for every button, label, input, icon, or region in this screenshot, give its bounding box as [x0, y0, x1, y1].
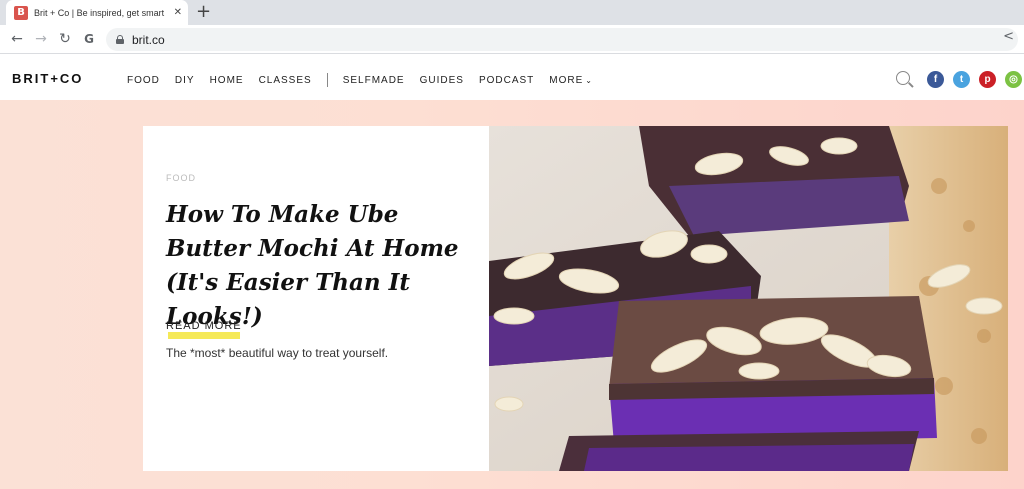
nav-item-food[interactable]: FOOD — [127, 75, 160, 86]
browser-tab-strip: B Brit + Co | Be inspired, get smart ✕ + — [0, 0, 1024, 25]
url-text: brit.co — [132, 32, 165, 47]
nav-item-guides[interactable]: GUIDES — [420, 75, 464, 86]
tab-title: Brit + Co | Be inspired, get smart — [34, 7, 165, 18]
share-icon[interactable]: < — [1003, 29, 1014, 44]
article-category[interactable]: FOOD — [166, 173, 196, 183]
article-hero-image[interactable] — [489, 126, 1008, 471]
nav-item-home[interactable]: HOME — [210, 75, 244, 86]
main-nav: FOOD DIY HOME CLASSES SELFMADE GUIDES PO… — [127, 73, 608, 87]
nav-divider — [326, 73, 328, 87]
chevron-down-icon: ⌄ — [585, 75, 593, 85]
facebook-icon[interactable]: f — [927, 71, 944, 88]
nav-item-classes[interactable]: CLASSES — [259, 75, 312, 86]
address-bar[interactable]: brit.co — [106, 28, 1018, 51]
ube-mochi-photo — [489, 126, 1008, 471]
nav-item-diy[interactable]: DIY — [175, 75, 195, 86]
read-more-highlight — [168, 332, 240, 339]
nav-item-podcast[interactable]: PODCAST — [479, 75, 534, 86]
article-dek: The *most* beautiful way to treat yourse… — [166, 346, 389, 360]
featured-article-card[interactable]: FOOD How To Make Ube Butter Mochi At Hom… — [143, 126, 489, 471]
browser-toolbar: ← → ↻ G brit.co < — [0, 25, 1024, 54]
site-logo[interactable]: BRIT+CO — [12, 71, 83, 86]
close-tab-icon[interactable]: ✕ — [174, 7, 182, 18]
article-headline[interactable]: How To Make Ube Butter Mochi At Home (It… — [166, 198, 476, 334]
favicon-icon: B — [14, 5, 28, 20]
reload-icon[interactable]: ↻ — [56, 30, 74, 48]
google-icon[interactable]: G — [80, 30, 98, 48]
search-icon[interactable] — [896, 71, 910, 85]
pinterest-icon[interactable]: p — [979, 71, 996, 88]
instagram-icon[interactable]: ◎ — [1005, 71, 1022, 88]
back-arrow-icon[interactable]: ← — [8, 30, 26, 48]
site-header: BRIT+CO FOOD DIY HOME CLASSES SELFMADE G… — [0, 55, 1024, 100]
nav-item-selfmade[interactable]: SELFMADE — [343, 75, 405, 86]
new-tab-button[interactable]: + — [196, 2, 211, 22]
lock-icon — [116, 35, 124, 44]
twitter-icon[interactable]: t — [953, 71, 970, 88]
read-more-link[interactable]: READ MORE — [166, 320, 242, 332]
browser-tab[interactable]: B Brit + Co | Be inspired, get smart ✕ — [6, 0, 188, 25]
nav-more-label: MORE — [549, 74, 584, 86]
forward-arrow-icon[interactable]: → — [32, 30, 50, 48]
hero-section: FOOD How To Make Ube Butter Mochi At Hom… — [0, 100, 1024, 489]
nav-item-more[interactable]: MORE ⌄ — [549, 75, 593, 86]
